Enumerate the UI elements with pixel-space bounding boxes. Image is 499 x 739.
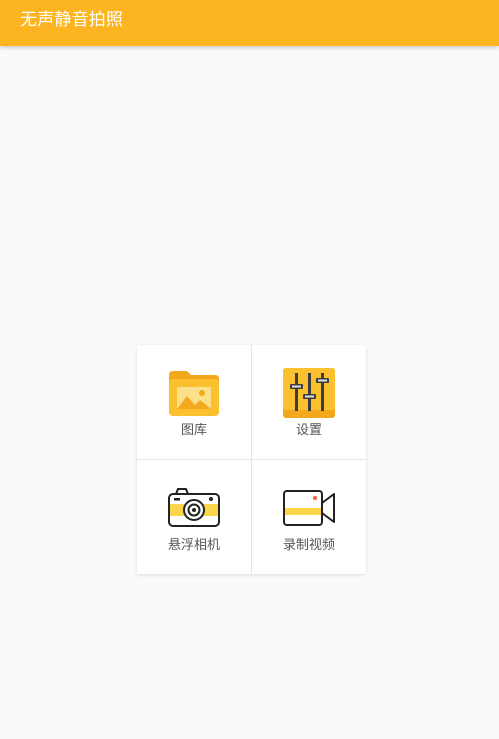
- floating-camera-label: 悬浮相机: [167, 538, 220, 553]
- app-title: 无声静音拍照: [20, 10, 124, 30]
- feature-grid: 图库 设置 悬浮相机 录制视频: [137, 345, 366, 574]
- floating-camera-button[interactable]: 悬浮相机: [137, 460, 251, 574]
- app-bar: 无声静音拍照: [0, 0, 499, 46]
- gallery-folder-icon: [166, 365, 222, 421]
- settings-label: 设置: [295, 423, 322, 438]
- gallery-button[interactable]: 图库: [137, 345, 251, 459]
- record-video-button[interactable]: 录制视频: [252, 460, 366, 574]
- record-video-label: 录制视频: [282, 538, 335, 553]
- video-camera-icon: [281, 480, 337, 536]
- floating-camera-icon: [166, 480, 222, 536]
- settings-sliders-icon: [281, 365, 337, 421]
- settings-button[interactable]: 设置: [252, 345, 366, 459]
- gallery-label: 图库: [180, 423, 207, 438]
